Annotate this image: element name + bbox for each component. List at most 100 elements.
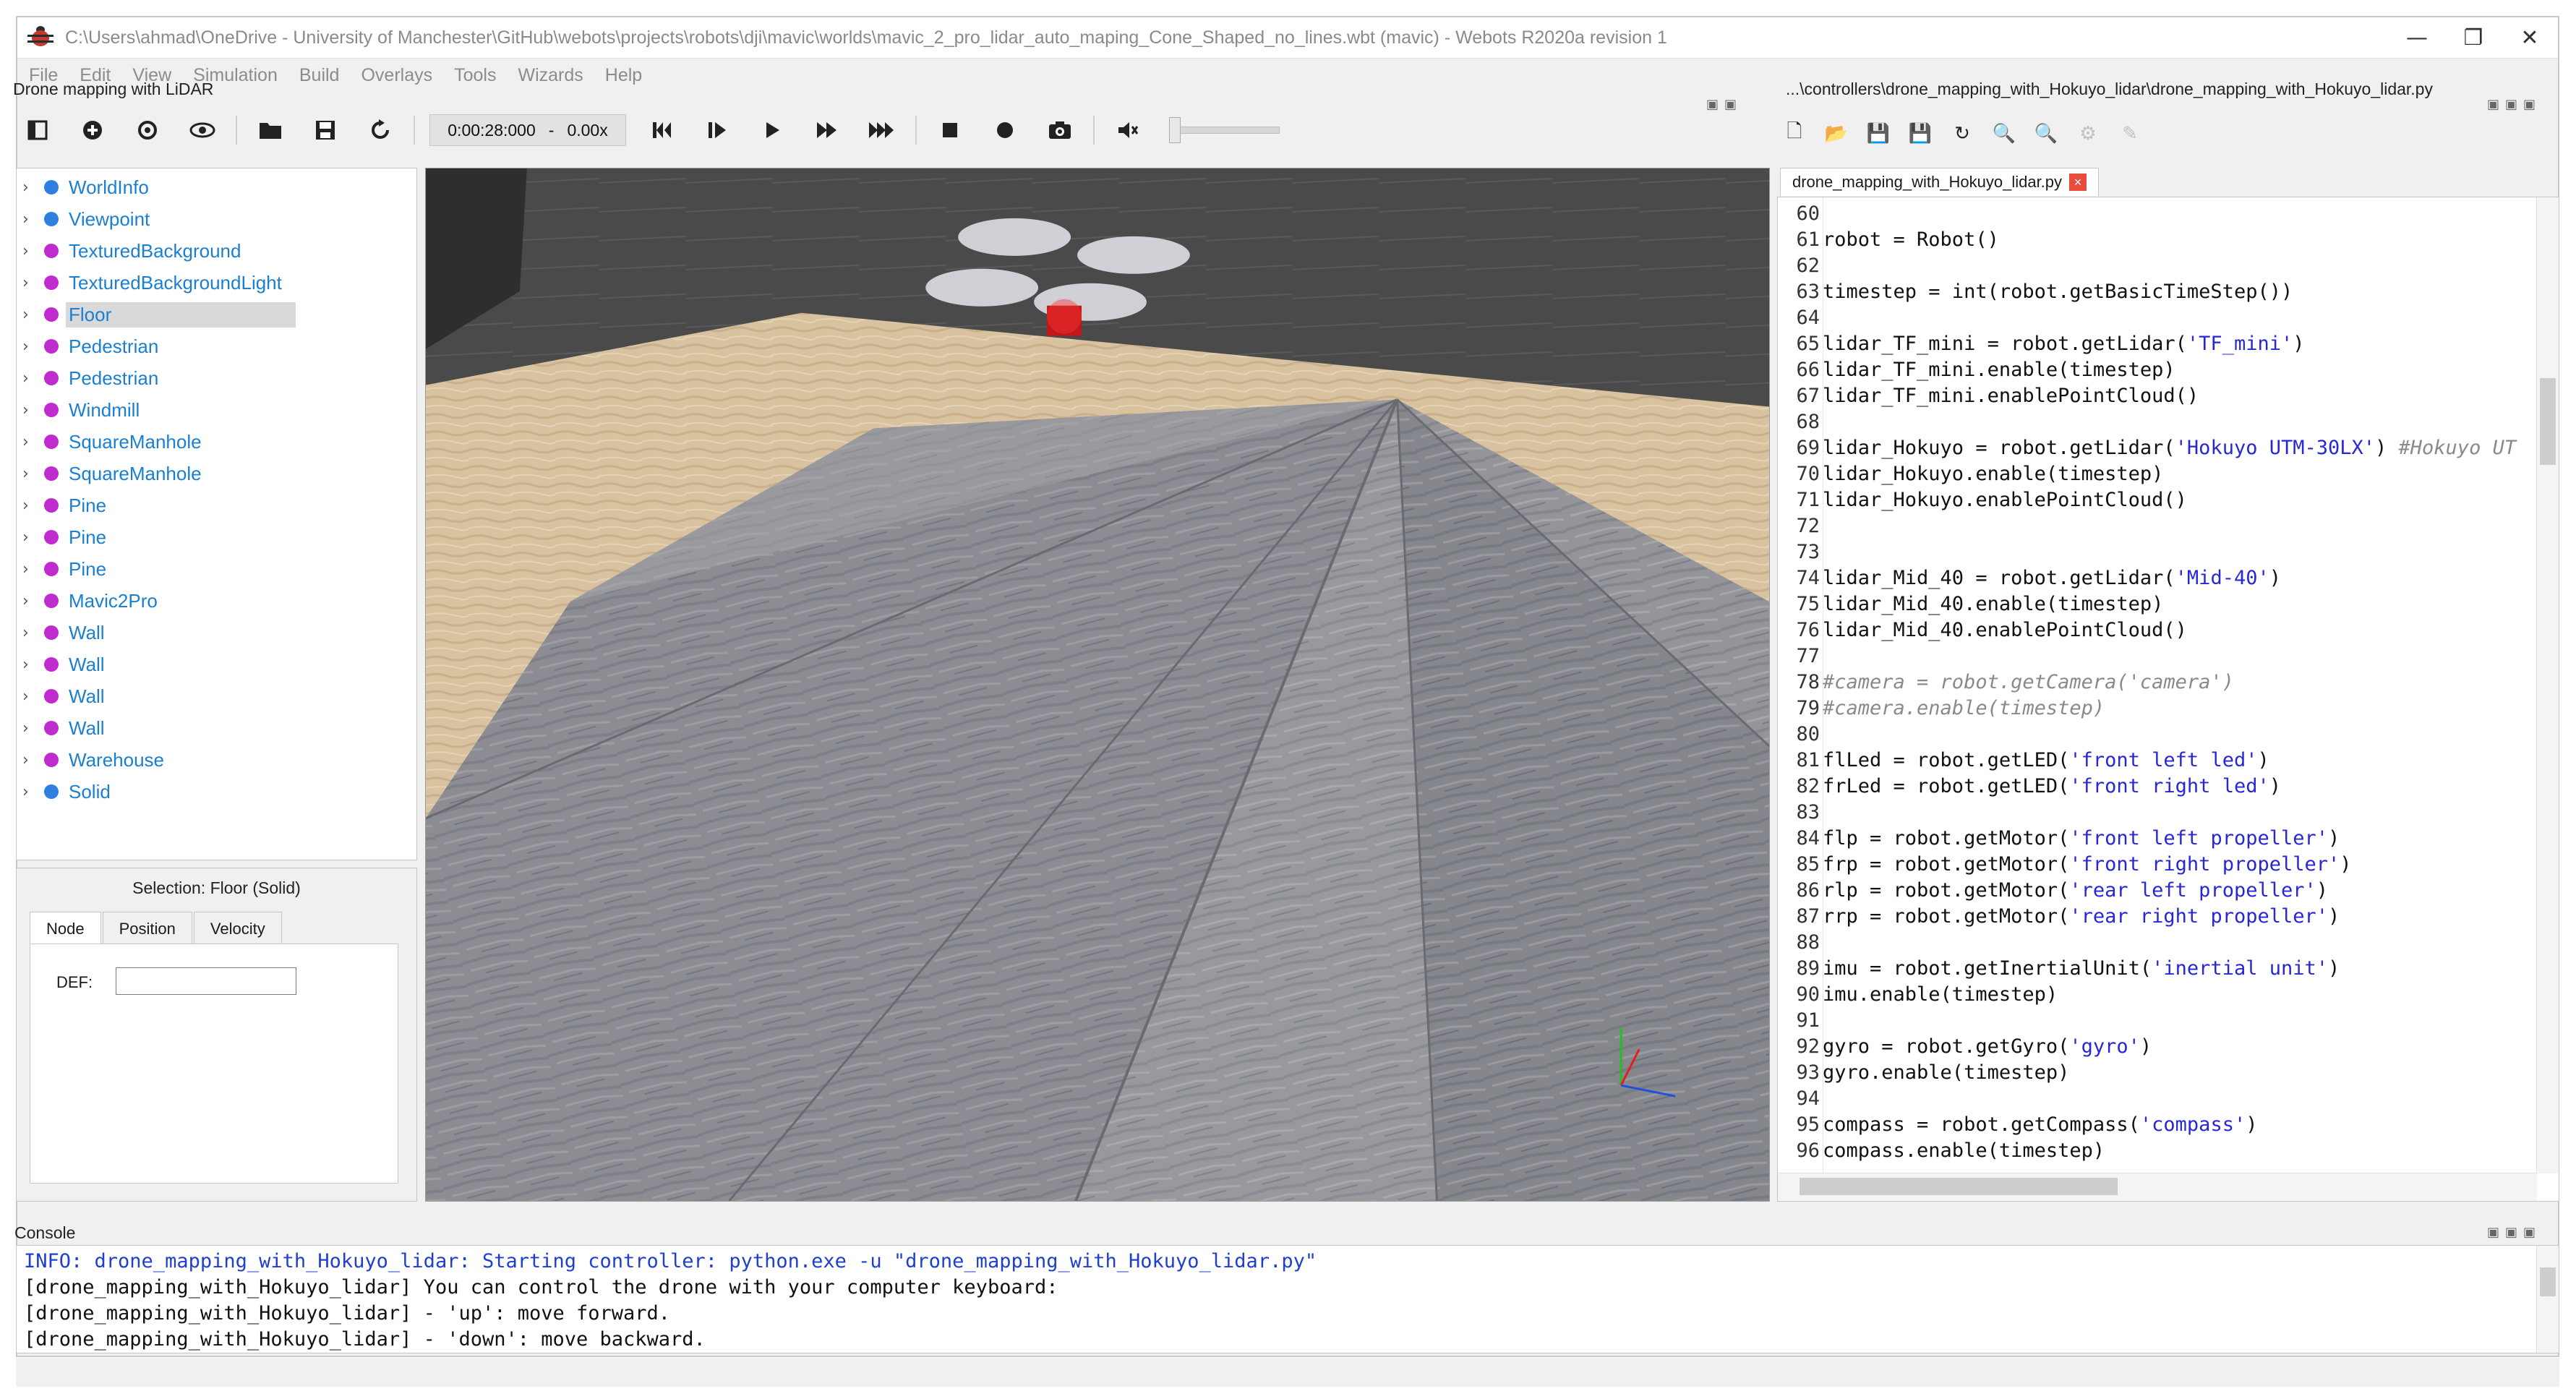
code-text[interactable]: compass.enable(timestep)	[1823, 1139, 2105, 1162]
fastest-icon[interactable]	[862, 112, 902, 148]
code-text[interactable]: frp = robot.getMotor('front right propel…	[1823, 853, 2352, 876]
replace-icon[interactable]: 🔍	[2030, 123, 2062, 145]
code-line[interactable]: 65 lidar_TF_mini = robot.getLidar('TF_min…	[1778, 330, 2305, 356]
reset-simulation-icon[interactable]	[642, 112, 682, 148]
scene-tree-item[interactable]: › TexturedBackground	[17, 235, 416, 267]
scene-tree-item[interactable]: › Windmill	[17, 394, 416, 426]
console-scrollbar[interactable]	[2536, 1246, 2559, 1353]
menu-build[interactable]: Build	[299, 65, 340, 86]
code-text[interactable]: gyro = robot.getGyro('gyro')	[1823, 1035, 2152, 1058]
scene-tree-item[interactable]: › Floor	[17, 299, 416, 330]
new-file-icon[interactable]: 🗋	[1779, 118, 1810, 150]
code-text[interactable]: timestep = int(robot.getBasicTimeStep())	[1823, 281, 2293, 303]
code-text[interactable]: rrp = robot.getMotor('rear right propell…	[1823, 905, 2340, 928]
code-line[interactable]: 95 compass = robot.getCompass('compass')	[1778, 1111, 2257, 1137]
scene-tree-item[interactable]: › Pedestrian	[17, 362, 416, 394]
expand-chevron-icon[interactable]: ›	[22, 433, 44, 451]
find-icon[interactable]: 🔍	[1988, 123, 2020, 145]
expand-chevron-icon[interactable]: ›	[22, 751, 44, 769]
expand-chevron-icon[interactable]: ›	[22, 179, 44, 197]
code-line[interactable]: 86 rlp = robot.getMotor('rear left propel…	[1778, 877, 2328, 903]
code-line[interactable]: 80	[1778, 721, 1823, 747]
expand-chevron-icon[interactable]: ›	[22, 783, 44, 801]
expand-chevron-icon[interactable]: ›	[22, 338, 44, 356]
code-text[interactable]: #camera = robot.getCamera('camera')	[1823, 671, 2234, 693]
save-world-icon[interactable]	[305, 112, 346, 148]
close-tab-icon[interactable]: ×	[2069, 174, 2087, 191]
clean-icon[interactable]: ✎	[2114, 123, 2146, 145]
code-text[interactable]: compass = robot.getCompass('compass')	[1823, 1113, 2257, 1136]
expand-chevron-icon[interactable]: ›	[22, 560, 44, 578]
code-text[interactable]: lidar_Hokuyo.enablePointCloud()	[1823, 489, 2187, 511]
code-line[interactable]: 89 imu = robot.getInertialUnit('inertial …	[1778, 955, 2340, 981]
editor-file-tab[interactable]: drone_mapping_with_Hokuyo_lidar.py ×	[1780, 168, 2100, 196]
code-line[interactable]: 88	[1778, 929, 1823, 955]
scene-tree-item[interactable]: › SquareManhole	[17, 458, 416, 489]
code-text[interactable]: lidar_Mid_40.enable(timestep)	[1823, 593, 2163, 615]
code-text[interactable]: flp = robot.getMotor('front left propell…	[1823, 827, 2340, 850]
sidebar-toggle-icon[interactable]	[17, 112, 58, 148]
code-text[interactable]: lidar_TF_mini = robot.getLidar('TF_mini'…	[1823, 333, 2305, 355]
code-line[interactable]: 78 #camera = robot.getCamera('camera')	[1778, 669, 2234, 695]
scene-tree-item[interactable]: › Pedestrian	[17, 330, 416, 362]
expand-chevron-icon[interactable]: ›	[22, 688, 44, 706]
3d-view[interactable]	[425, 168, 1770, 1202]
scene-tree-item[interactable]: › Pine	[17, 521, 416, 553]
reload-world-icon[interactable]	[360, 112, 401, 148]
expand-chevron-icon[interactable]: ›	[22, 497, 44, 515]
code-line[interactable]: 85 frp = robot.getMotor('front right prop…	[1778, 851, 2352, 877]
code-line[interactable]: 69 lidar_Hokuyo = robot.getLidar('Hokuyo …	[1778, 435, 2516, 461]
scene-tree-item[interactable]: › Warehouse	[17, 744, 416, 776]
code-text[interactable]: rlp = robot.getMotor('rear left propelle…	[1823, 879, 2328, 902]
open-world-icon[interactable]	[250, 112, 291, 148]
save-file-icon[interactable]: 💾	[1862, 123, 1894, 145]
code-line[interactable]: 93 gyro.enable(timestep)	[1778, 1059, 2069, 1085]
scene-tree-item[interactable]: › Wall	[17, 712, 416, 744]
code-line[interactable]: 76 lidar_Mid_40.enablePointCloud()	[1778, 617, 2186, 643]
tab-node[interactable]: Node	[30, 912, 101, 946]
console-output[interactable]: INFO: drone_mapping_with_Hokuyo_lidar: S…	[16, 1245, 2559, 1353]
expand-chevron-icon[interactable]: ›	[22, 529, 44, 547]
scene-tree-item[interactable]: › Pine	[17, 553, 416, 585]
dock-controls-icon[interactable]: ▣▣	[1706, 97, 1742, 112]
tab-position[interactable]: Position	[102, 912, 192, 946]
minimize-button[interactable]: —	[2389, 17, 2445, 58]
build-icon[interactable]: ⚙	[2072, 123, 2104, 145]
code-text[interactable]: imu.enable(timestep)	[1823, 983, 2058, 1006]
code-line[interactable]: 73	[1778, 539, 1823, 565]
scene-tree[interactable]: › WorldInfo › Viewpoint › TexturedBackground ›…	[16, 168, 417, 860]
tab-velocity[interactable]: Velocity	[193, 912, 282, 946]
stop-recording-icon[interactable]	[930, 112, 970, 148]
expand-chevron-icon[interactable]: ›	[22, 656, 44, 674]
code-text[interactable]: #camera.enable(timestep)	[1823, 697, 2105, 719]
expand-chevron-icon[interactable]: ›	[22, 210, 44, 228]
code-text[interactable]: flLed = robot.getLED('front left led')	[1823, 749, 2269, 771]
menu-wizards[interactable]: Wizards	[518, 65, 583, 86]
code-line[interactable]: 72	[1778, 513, 1823, 539]
code-text[interactable]: imu = robot.getInertialUnit('inertial un…	[1823, 957, 2340, 980]
def-input[interactable]	[116, 967, 296, 995]
scene-tree-item[interactable]: › SquareManhole	[17, 426, 416, 458]
code-line[interactable]: 79 #camera.enable(timestep)	[1778, 695, 2105, 721]
scene-tree-item[interactable]: › TexturedBackgroundLight	[17, 267, 416, 299]
play-icon[interactable]	[752, 112, 792, 148]
code-line[interactable]: 84 flp = robot.getMotor('front left prope…	[1778, 825, 2340, 851]
step-icon[interactable]	[697, 112, 737, 148]
code-line[interactable]: 64	[1778, 304, 1823, 330]
menu-overlays[interactable]: Overlays	[361, 65, 432, 86]
code-line[interactable]: 70 lidar_Hokuyo.enable(timestep)	[1778, 461, 2163, 487]
code-text[interactable]: lidar_TF_mini.enable(timestep)	[1823, 359, 2175, 381]
code-line[interactable]: 77	[1778, 643, 1823, 669]
revert-file-icon[interactable]: ↻	[1946, 123, 1978, 145]
code-line[interactable]: 81 flLed = robot.getLED('front left led')	[1778, 747, 2269, 773]
menu-help[interactable]: Help	[605, 65, 642, 86]
code-line[interactable]: 90 imu.enable(timestep)	[1778, 981, 2058, 1007]
scene-tree-item[interactable]: › WorldInfo	[17, 171, 416, 203]
code-text[interactable]: lidar_Hokuyo = robot.getLidar('Hokuyo UT…	[1823, 437, 2516, 459]
menu-tools[interactable]: Tools	[454, 65, 496, 86]
code-line[interactable]: 63 timestep = int(robot.getBasicTimeStep(…	[1778, 278, 2293, 304]
code-text[interactable]: robot = Robot()	[1823, 228, 1999, 251]
sound-icon[interactable]	[1108, 112, 1148, 148]
code-line[interactable]: 60	[1778, 200, 1823, 226]
visibility-icon[interactable]	[182, 112, 223, 148]
